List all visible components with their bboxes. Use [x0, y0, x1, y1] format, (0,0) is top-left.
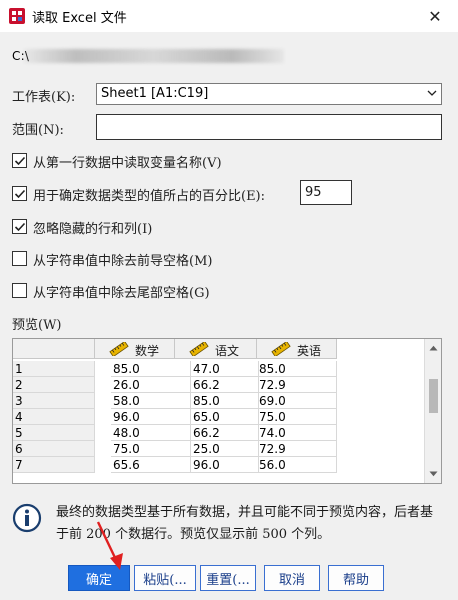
column-header-chinese[interactable]: 语文	[175, 339, 257, 359]
pointer-arrow-icon	[96, 521, 123, 570]
table-cell: 85.0	[257, 361, 337, 377]
trim-leading-checkbox[interactable]	[12, 251, 27, 266]
read-varnames-label: 从第一行数据中读取变量名称(V)	[33, 156, 222, 171]
app-icon	[9, 8, 25, 24]
range-input[interactable]	[96, 114, 442, 140]
help-button[interactable]: 帮助	[328, 565, 384, 591]
ignore-hidden-label: 忽略隐藏的行和列(I)	[33, 222, 153, 237]
window-title: 读取 Excel 文件	[32, 11, 127, 26]
preview-table[interactable]: 数学 语文 英语 1 47.0 85.0 85.0 2 26.0 66.2 72…	[12, 338, 442, 484]
percent-value: 95	[305, 185, 322, 200]
paste-button[interactable]: 粘贴(...	[134, 565, 196, 591]
title-bar: 读取 Excel 文件 ✕	[0, 0, 458, 32]
table-cell: 66.2	[191, 377, 259, 393]
column-header-text: 数学	[135, 344, 160, 358]
close-icon[interactable]: ✕	[412, 0, 458, 32]
check-icon	[14, 222, 26, 232]
preview-label: 预览(W)	[12, 318, 62, 333]
trim-trailing-checkbox[interactable]	[12, 283, 27, 298]
ruler-icon	[109, 342, 129, 356]
range-label: 范围(N):	[12, 123, 64, 138]
table-cell: 72.9	[257, 441, 337, 457]
row-number: 2	[13, 377, 95, 393]
scroll-thumb[interactable]	[429, 379, 438, 413]
scroll-up-icon[interactable]	[429, 345, 438, 351]
percent-input[interactable]: 95	[300, 180, 352, 205]
row-number: 4	[13, 409, 95, 425]
table-cell: 85.0	[111, 361, 191, 377]
table-cell: 56.0	[257, 457, 337, 473]
column-header-text: 英语	[297, 344, 322, 358]
trim-trailing-label: 从字符串值中除去尾部空格(G)	[33, 286, 210, 301]
table-cell: 74.0	[257, 425, 337, 441]
read-varnames-checkbox[interactable]	[12, 153, 27, 168]
ruler-icon	[271, 342, 291, 356]
worksheet-value: Sheet1 [A1:C19]	[101, 86, 209, 101]
table-cell: 25.0	[191, 441, 259, 457]
check-icon	[14, 156, 26, 166]
table-cell: 75.0	[257, 409, 337, 425]
table-cell: 75.0	[111, 441, 191, 457]
table-cell: 58.0	[111, 393, 191, 409]
table-cell: 48.0	[111, 425, 191, 441]
ruler-icon	[189, 342, 209, 356]
column-header-math[interactable]: 数学	[95, 339, 175, 359]
column-header-english[interactable]: 英语	[257, 339, 337, 359]
row-number: 1	[13, 361, 95, 377]
row-number: 3	[13, 393, 95, 409]
row-number: 7	[13, 457, 95, 473]
table-cell: 47.0	[191, 361, 259, 377]
row-number: 5	[13, 425, 95, 441]
table-cell: 96.0	[191, 457, 259, 473]
table-cell: 85.0	[191, 393, 259, 409]
trim-leading-label: 从字符串值中除去前导空格(M)	[33, 254, 213, 269]
type-percent-label: 用于确定数据类型的值所占的百分比(E):	[33, 189, 266, 204]
table-cell: 66.2	[191, 425, 259, 441]
table-cell: 72.9	[257, 377, 337, 393]
path-redacted	[24, 49, 284, 63]
cancel-button[interactable]: 取消	[264, 565, 320, 591]
preview-scrollbar[interactable]	[424, 339, 441, 483]
table-cell: 26.0	[111, 377, 191, 393]
scroll-down-icon[interactable]	[429, 471, 438, 477]
worksheet-select[interactable]: Sheet1 [A1:C19]	[96, 83, 442, 105]
column-header-text: 语文	[215, 344, 240, 358]
row-number: 6	[13, 441, 95, 457]
worksheet-label: 工作表(K):	[12, 90, 76, 105]
table-cell: 65.6	[111, 457, 191, 473]
table-cell: 69.0	[257, 393, 337, 409]
corner-header	[13, 339, 95, 359]
table-cell: 65.0	[191, 409, 259, 425]
type-percent-checkbox[interactable]	[12, 186, 27, 201]
table-cell: 96.0	[111, 409, 191, 425]
check-icon	[14, 189, 26, 199]
ignore-hidden-checkbox[interactable]	[12, 219, 27, 234]
chevron-down-icon	[427, 90, 437, 96]
reset-button[interactable]: 重置(...	[200, 565, 256, 591]
info-icon	[12, 503, 42, 533]
